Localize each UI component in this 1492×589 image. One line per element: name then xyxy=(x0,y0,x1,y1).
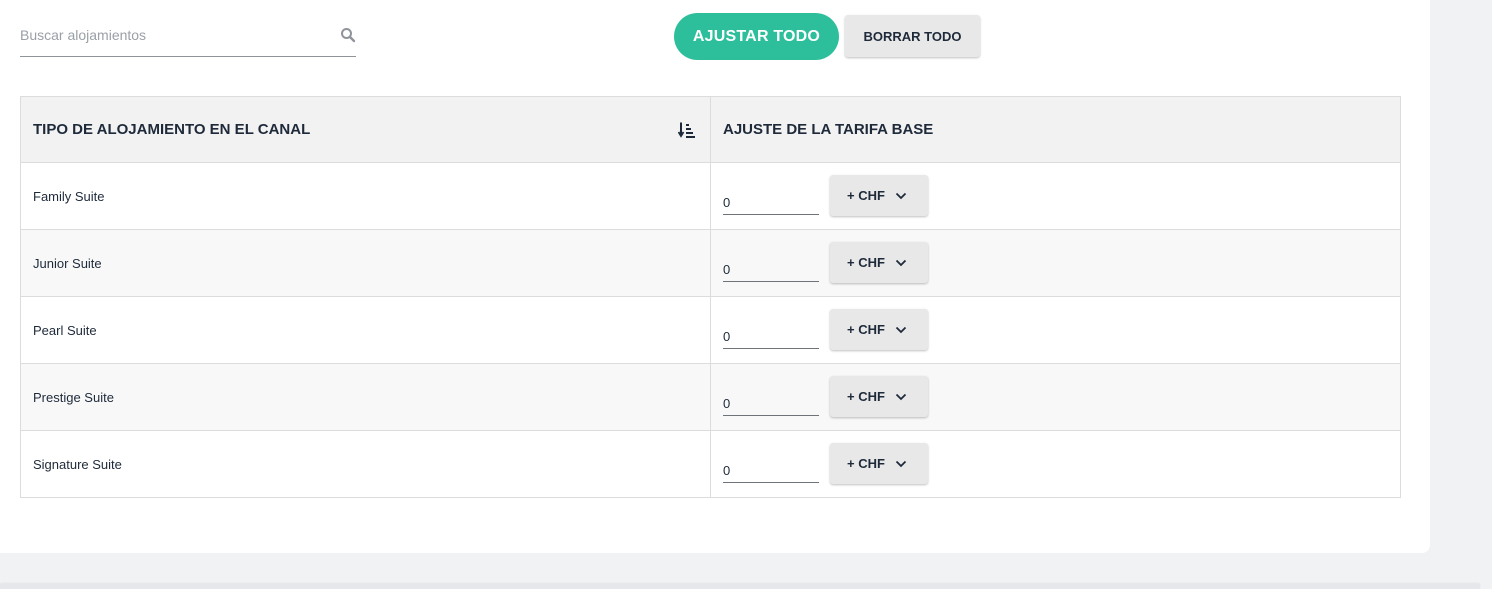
room-name: Family Suite xyxy=(20,162,711,230)
adjustment-cell: + CHF xyxy=(710,363,1401,431)
adjustment-unit-label: + CHF xyxy=(847,255,885,270)
adjustment-value-input[interactable] xyxy=(723,317,819,349)
adjustment-unit-label: + CHF xyxy=(847,188,885,203)
room-type-header-label: TIPO DE ALOJAMIENTO EN EL CANAL xyxy=(33,121,311,138)
room-name: Pearl Suite xyxy=(20,296,711,364)
room-type-column-header[interactable]: TIPO DE ALOJAMIENTO EN EL CANAL xyxy=(20,96,711,163)
adjustment-unit-dropdown[interactable]: + CHF xyxy=(830,376,928,417)
adjustment-unit-dropdown[interactable]: + CHF xyxy=(830,309,928,350)
table-row: Signature Suite + CHF xyxy=(20,430,1401,498)
search-input[interactable] xyxy=(20,18,320,52)
adjustment-cell: + CHF xyxy=(710,229,1401,297)
clear-all-button[interactable]: BORRAR TODO xyxy=(845,15,980,57)
adjustment-unit-label: + CHF xyxy=(847,389,885,404)
chevron-down-icon xyxy=(895,326,907,333)
chevron-down-icon xyxy=(895,192,907,199)
table-row: Family Suite + CHF xyxy=(20,162,1401,230)
search-icon[interactable] xyxy=(340,27,356,43)
rate-adjustment-column-header: AJUSTE DE LA TARIFA BASE xyxy=(710,96,1401,163)
adjustment-value-input[interactable] xyxy=(723,250,819,282)
search-box xyxy=(20,18,356,57)
adjustment-value-input[interactable] xyxy=(723,451,819,483)
sort-ascending-icon[interactable] xyxy=(677,121,696,139)
adjustment-unit-dropdown[interactable]: + CHF xyxy=(830,443,928,484)
chevron-down-icon xyxy=(895,393,907,400)
chevron-down-icon xyxy=(895,259,907,266)
rate-adjustment-table: TIPO DE ALOJAMIENTO EN EL CANAL AJUSTE D… xyxy=(20,96,1401,498)
room-name: Junior Suite xyxy=(20,229,711,297)
bottom-strip xyxy=(0,584,1480,589)
adjustment-cell: + CHF xyxy=(710,296,1401,364)
main-card: AJUSTAR TODO BORRAR TODO TIPO DE ALOJAMI… xyxy=(0,0,1430,553)
table-row: Prestige Suite + CHF xyxy=(20,363,1401,431)
adjustment-unit-label: + CHF xyxy=(847,456,885,471)
adjustment-value-input[interactable] xyxy=(723,183,819,215)
adjustment-unit-dropdown[interactable]: + CHF xyxy=(830,242,928,283)
rate-adjustment-header-label: AJUSTE DE LA TARIFA BASE xyxy=(723,121,934,138)
table-header-row: TIPO DE ALOJAMIENTO EN EL CANAL AJUSTE D… xyxy=(20,96,1401,163)
room-name: Prestige Suite xyxy=(20,363,711,431)
adjustment-value-input[interactable] xyxy=(723,384,819,416)
table-row: Pearl Suite + CHF xyxy=(20,296,1401,364)
adjustment-cell: + CHF xyxy=(710,162,1401,230)
adjust-all-button[interactable]: AJUSTAR TODO xyxy=(674,13,839,60)
table-row: Junior Suite + CHF xyxy=(20,229,1401,297)
adjustment-cell: + CHF xyxy=(710,430,1401,498)
adjustment-unit-label: + CHF xyxy=(847,322,885,337)
chevron-down-icon xyxy=(895,460,907,467)
room-name: Signature Suite xyxy=(20,430,711,498)
adjustment-unit-dropdown[interactable]: + CHF xyxy=(830,175,928,216)
